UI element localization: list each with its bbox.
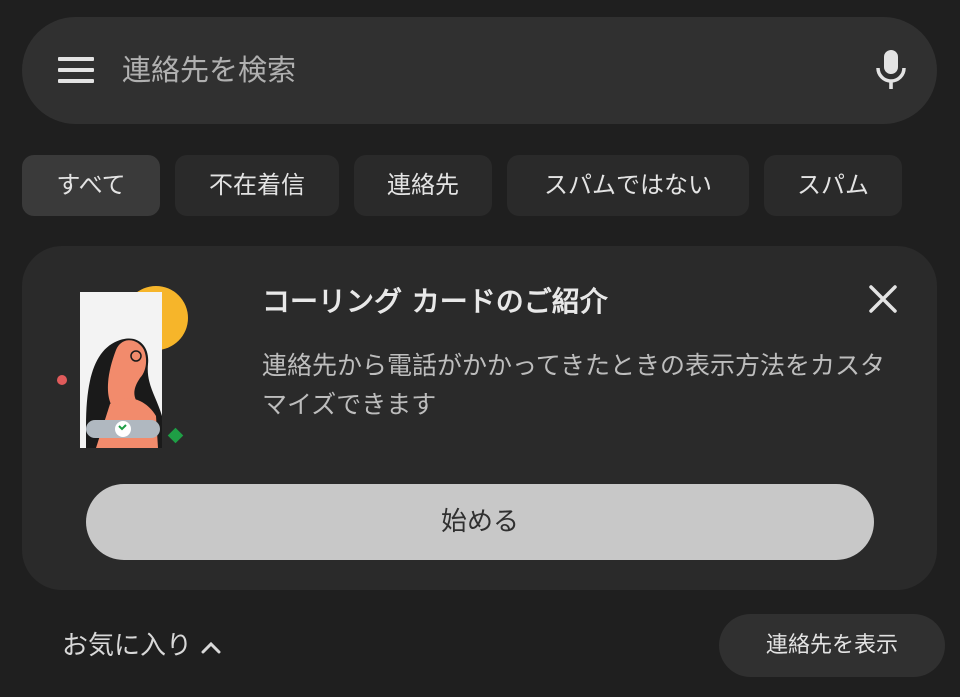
chip-all[interactable]: すべて	[22, 155, 160, 216]
calling-card-illustration	[57, 286, 188, 448]
chip-missed[interactable]: 不在着信	[175, 155, 339, 216]
chip-contacts[interactable]: 連絡先	[354, 155, 492, 216]
get-started-button[interactable]: 始める	[86, 484, 874, 560]
favorites-header[interactable]: お気に入り	[62, 626, 222, 666]
search-bar[interactable]: 連絡先を検索	[22, 17, 937, 124]
close-icon[interactable]	[868, 284, 898, 314]
calling-card-promo: コーリング カードのご紹介 連絡先から電話がかかってきたときの表示方法をカスタマ…	[22, 246, 937, 590]
menu-icon[interactable]	[58, 55, 94, 85]
chip-spam[interactable]: スパム	[764, 155, 902, 216]
favorites-label: お気に入り	[62, 631, 193, 661]
chip-not-spam[interactable]: スパムではない	[507, 155, 749, 216]
chevron-up-icon	[201, 641, 221, 653]
search-input[interactable]: 連絡先を検索	[122, 49, 296, 91]
card-title: コーリング カードのご紹介	[262, 285, 608, 318]
show-contacts-button[interactable]: 連絡先を表示	[719, 614, 945, 677]
microphone-icon[interactable]	[874, 50, 908, 90]
card-description: 連絡先から電話がかかってきたときの表示方法をカスタマイズできます	[262, 351, 886, 419]
